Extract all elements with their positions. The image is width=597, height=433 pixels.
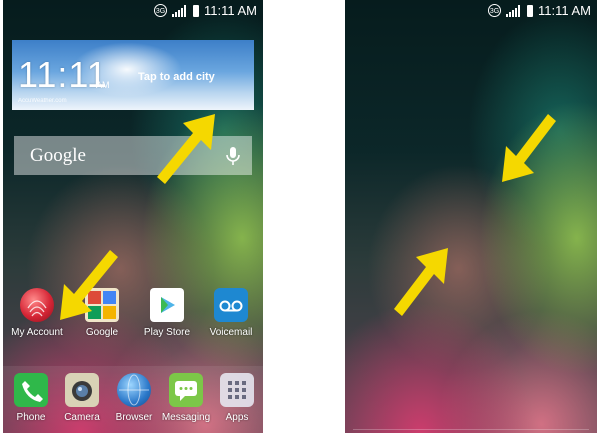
browser-icon bbox=[117, 373, 151, 407]
app-label: Apps bbox=[225, 412, 249, 423]
status-bar: 3G 11:11 AM bbox=[345, 0, 597, 20]
arrow-up-right-icon bbox=[157, 114, 215, 184]
apps-grid-icon bbox=[220, 373, 254, 407]
arrow-down-left-icon bbox=[502, 114, 556, 182]
app-label: My Account bbox=[11, 327, 63, 338]
app-label: Browser bbox=[115, 412, 153, 423]
battery-icon bbox=[527, 4, 533, 17]
signal-icon bbox=[172, 4, 186, 17]
mic-icon[interactable] bbox=[224, 146, 242, 166]
app-label: Voicemail bbox=[209, 327, 253, 338]
my-account-icon bbox=[20, 288, 54, 322]
weather-clock: 11:11 bbox=[18, 54, 108, 95]
app-label: Play Store bbox=[143, 327, 191, 338]
weather-ampm: AM bbox=[96, 80, 110, 90]
network-3g-icon: 3G bbox=[488, 4, 501, 17]
app-label: Camera bbox=[64, 412, 100, 423]
app-voicemail[interactable]: Voicemail bbox=[201, 288, 261, 338]
dock-browser[interactable]: Browser bbox=[104, 373, 164, 423]
phone-icon bbox=[14, 373, 48, 407]
messaging-icon bbox=[169, 373, 203, 407]
status-bar: 3G 11:11 AM bbox=[3, 0, 263, 20]
add-city-prompt[interactable]: Tap to add city bbox=[138, 71, 215, 83]
status-time: 11:11 AM bbox=[204, 3, 257, 18]
signal-icon bbox=[506, 4, 520, 17]
dock-apps[interactable]: Apps bbox=[207, 373, 263, 423]
google-search-label: Google bbox=[30, 145, 86, 166]
voicemail-icon bbox=[214, 288, 248, 322]
camera-icon bbox=[65, 373, 99, 407]
play-store-icon bbox=[150, 288, 184, 322]
dock-camera[interactable]: Camera bbox=[52, 373, 112, 423]
left-home-screen: 3G 11:11 AM 11:11 AM Tap to add city Acc… bbox=[3, 0, 263, 433]
status-time: 11:11 AM bbox=[538, 3, 591, 18]
battery-icon bbox=[193, 4, 199, 17]
weather-widget[interactable]: 11:11 AM Tap to add city AccuWeather.com bbox=[12, 40, 254, 110]
right-home-screen: 3G 11:11 AM bbox=[345, 0, 597, 433]
arrow-down-left-icon bbox=[60, 250, 118, 320]
divider bbox=[353, 429, 589, 430]
wallpaper bbox=[345, 0, 597, 433]
app-label: Google bbox=[85, 327, 119, 338]
weather-credit: AccuWeather.com bbox=[18, 98, 67, 104]
arrow-up-right-icon bbox=[394, 248, 448, 316]
app-play-store[interactable]: Play Store bbox=[137, 288, 197, 338]
network-3g-icon: 3G bbox=[154, 4, 167, 17]
